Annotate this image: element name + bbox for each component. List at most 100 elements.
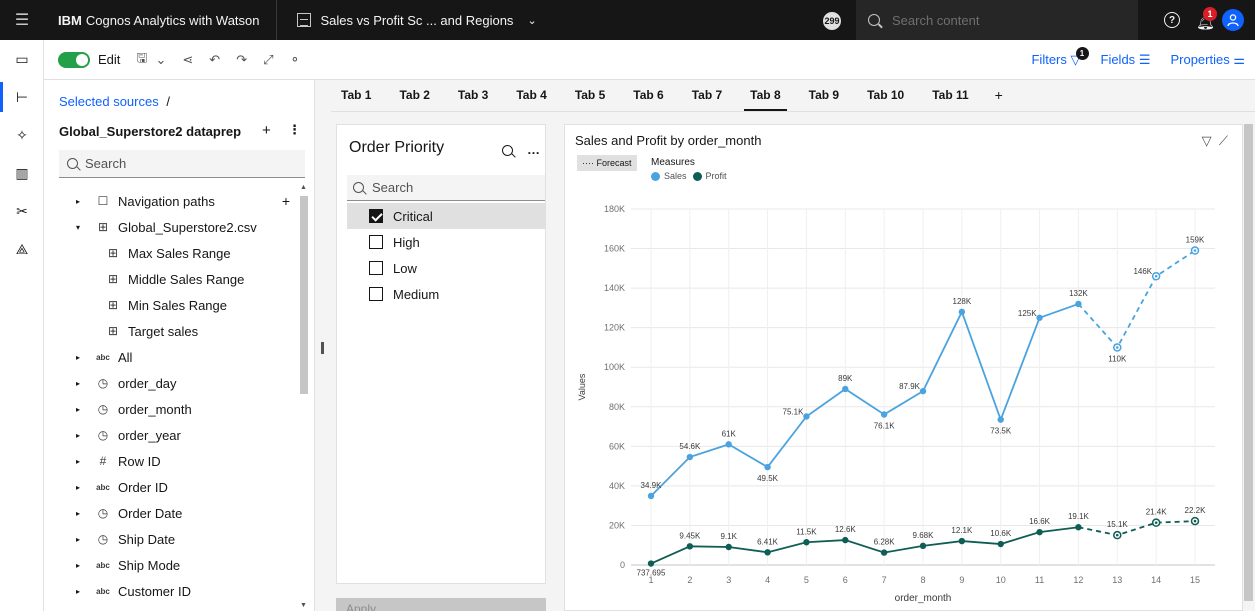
- scroll-down-icon[interactable]: ▼: [300, 602, 307, 609]
- checkbox[interactable]: [369, 287, 383, 301]
- data-tree-icon[interactable]: ⊢: [0, 78, 44, 116]
- tools-icon[interactable]: ✂: [0, 192, 44, 230]
- canvas-scrollbar-thumb[interactable]: [1244, 124, 1253, 601]
- tree-item[interactable]: ▸ ◷ order_day: [44, 370, 302, 396]
- comment-icon[interactable]: ▭: [0, 40, 44, 78]
- chevron-right-icon[interactable]: ▸: [76, 431, 86, 440]
- filter-item[interactable]: Low: [347, 255, 545, 281]
- count-badge[interactable]: 299: [823, 12, 841, 30]
- tab-6[interactable]: Tab 6: [623, 79, 673, 111]
- chevron-right-icon[interactable]: ▸: [76, 379, 86, 388]
- add-navigation-path-icon[interactable]: +: [282, 193, 290, 209]
- chevron-right-icon[interactable]: ▸: [76, 457, 86, 466]
- insights-icon[interactable]: ⟁: [0, 230, 44, 268]
- tree-item[interactable]: ▸ ◷ Order Date: [44, 500, 302, 526]
- chevron-down-icon[interactable]: ⌄: [527, 14, 536, 27]
- expand-icon[interactable]: ⤢: [263, 52, 273, 68]
- data-label: 9.45K: [679, 531, 701, 540]
- tree-item[interactable]: ▸ abc Ship Mode: [44, 552, 302, 578]
- tab-2[interactable]: Tab 2: [389, 79, 439, 111]
- breadcrumb[interactable]: Selected sources /: [59, 94, 170, 109]
- tab-5[interactable]: Tab 5: [565, 79, 615, 111]
- hamburger-menu-icon[interactable]: ☰: [0, 0, 44, 40]
- notification-bell-icon[interactable]: 🔔︎ 1: [1196, 7, 1217, 31]
- tab-11[interactable]: Tab 11: [922, 79, 978, 111]
- tab-1[interactable]: Tab 1: [331, 79, 381, 111]
- data-label: 146K: [1133, 267, 1152, 276]
- chevron-right-icon[interactable]: ▸: [76, 535, 86, 544]
- filters-button[interactable]: Filters ▽ 1: [1031, 47, 1089, 68]
- redo-icon[interactable]: ↷: [236, 52, 247, 68]
- relationships-icon[interactable]: ⚬: [290, 52, 301, 68]
- breadcrumb-selected-sources[interactable]: Selected sources: [59, 94, 159, 109]
- visualizations-icon[interactable]: ▥: [0, 154, 44, 192]
- share-icon[interactable]: ⋖: [182, 52, 193, 68]
- panel-splitter[interactable]: [315, 80, 331, 611]
- tree-item[interactable]: ⊞ Target sales: [44, 318, 302, 344]
- help-icon[interactable]: ?: [1164, 12, 1180, 28]
- tree-item[interactable]: ⊞ Middle Sales Range: [44, 266, 302, 292]
- chevron-right-icon[interactable]: ▸: [76, 587, 86, 596]
- scrollbar-thumb[interactable]: [300, 196, 308, 394]
- chevron-right-icon[interactable]: ▸: [76, 561, 86, 570]
- tree-item[interactable]: ▸ abc All: [44, 344, 302, 370]
- chevron-right-icon[interactable]: ▸: [76, 353, 86, 362]
- data-tree-scrollbar[interactable]: ▲ ▼: [298, 184, 310, 611]
- tab-3[interactable]: Tab 3: [448, 79, 498, 111]
- tree-item[interactable]: ▸ ◷ order_month: [44, 396, 302, 422]
- chevron-right-icon[interactable]: ▸: [76, 509, 86, 518]
- tree-item[interactable]: ⊞ Min Sales Range: [44, 292, 302, 318]
- report-title-menu[interactable]: Sales vs Profit Sc ... and Regions ⌄: [277, 13, 537, 28]
- more-options-icon[interactable]: …: [527, 142, 540, 157]
- splitter-grip[interactable]: [321, 342, 324, 354]
- tab-10[interactable]: Tab 10: [857, 79, 914, 111]
- data-search-input[interactable]: Search: [59, 150, 305, 178]
- y-tick-label: 0: [620, 560, 625, 570]
- checkbox[interactable]: [369, 261, 383, 275]
- filter-item[interactable]: Medium: [347, 281, 545, 307]
- tree-item[interactable]: ▾ ⊞ Global_Superstore2.csv: [44, 214, 302, 240]
- save-icon[interactable]: 🖫︎: [136, 49, 147, 71]
- series-line-sales: [650, 303, 1079, 497]
- chevron-right-icon[interactable]: ▸: [76, 405, 86, 414]
- table-icon: ⊞: [107, 246, 119, 260]
- tab-8[interactable]: Tab 8: [740, 79, 790, 111]
- tree-item[interactable]: ▸ abc Customer ID: [44, 578, 302, 604]
- data-label: 9.1K: [720, 532, 737, 541]
- scroll-up-icon[interactable]: ▲: [300, 184, 307, 191]
- tab-9[interactable]: Tab 9: [799, 79, 849, 111]
- canvas-scrollbar[interactable]: [1243, 112, 1255, 611]
- chevron-right-icon[interactable]: ▸: [76, 197, 86, 206]
- pin-icon[interactable]: ✧: [0, 116, 44, 154]
- tree-item[interactable]: ▸ ◷ order_year: [44, 422, 302, 448]
- user-avatar-icon[interactable]: [1222, 9, 1244, 31]
- product-name[interactable]: IBM Cognos Analytics with Watson: [44, 0, 277, 40]
- content-search[interactable]: Search content: [856, 0, 1138, 40]
- chevron-right-icon[interactable]: ▸: [76, 483, 86, 492]
- tab-4[interactable]: Tab 4: [506, 79, 556, 111]
- apply-button[interactable]: Apply: [336, 598, 546, 611]
- undo-icon[interactable]: ↶: [209, 52, 220, 68]
- add-tab-icon[interactable]: +: [987, 79, 1011, 111]
- save-menu-chevron-icon[interactable]: ⌄: [155, 52, 166, 68]
- tree-item[interactable]: ▸ ☐ Navigation paths +: [44, 188, 302, 214]
- checkbox[interactable]: [369, 235, 383, 249]
- overflow-menu-icon[interactable]: ⋮: [288, 122, 301, 138]
- tree-item[interactable]: ⊞ Max Sales Range: [44, 240, 302, 266]
- chevron-down-icon[interactable]: ▾: [76, 223, 86, 232]
- fields-button[interactable]: Fields ☰: [1101, 52, 1151, 68]
- tab-7[interactable]: Tab 7: [682, 79, 732, 111]
- tree-item[interactable]: ▸ ◷ Ship Date: [44, 526, 302, 552]
- filter-item[interactable]: Critical: [347, 203, 545, 229]
- tree-item[interactable]: ▸ abc Order ID: [44, 474, 302, 500]
- search-icon[interactable]: [502, 145, 513, 156]
- checkbox[interactable]: [369, 209, 383, 223]
- filter-item[interactable]: High: [347, 229, 545, 255]
- tree-item[interactable]: ▸ # Row ID: [44, 448, 302, 474]
- add-source-icon[interactable]: +: [262, 122, 271, 139]
- x-tick-label: 5: [804, 575, 809, 585]
- filter-search-input[interactable]: Search: [347, 175, 545, 201]
- properties-button[interactable]: Properties ⚌: [1170, 52, 1245, 68]
- x-tick-label: 4: [765, 575, 770, 585]
- edit-toggle[interactable]: [58, 51, 90, 68]
